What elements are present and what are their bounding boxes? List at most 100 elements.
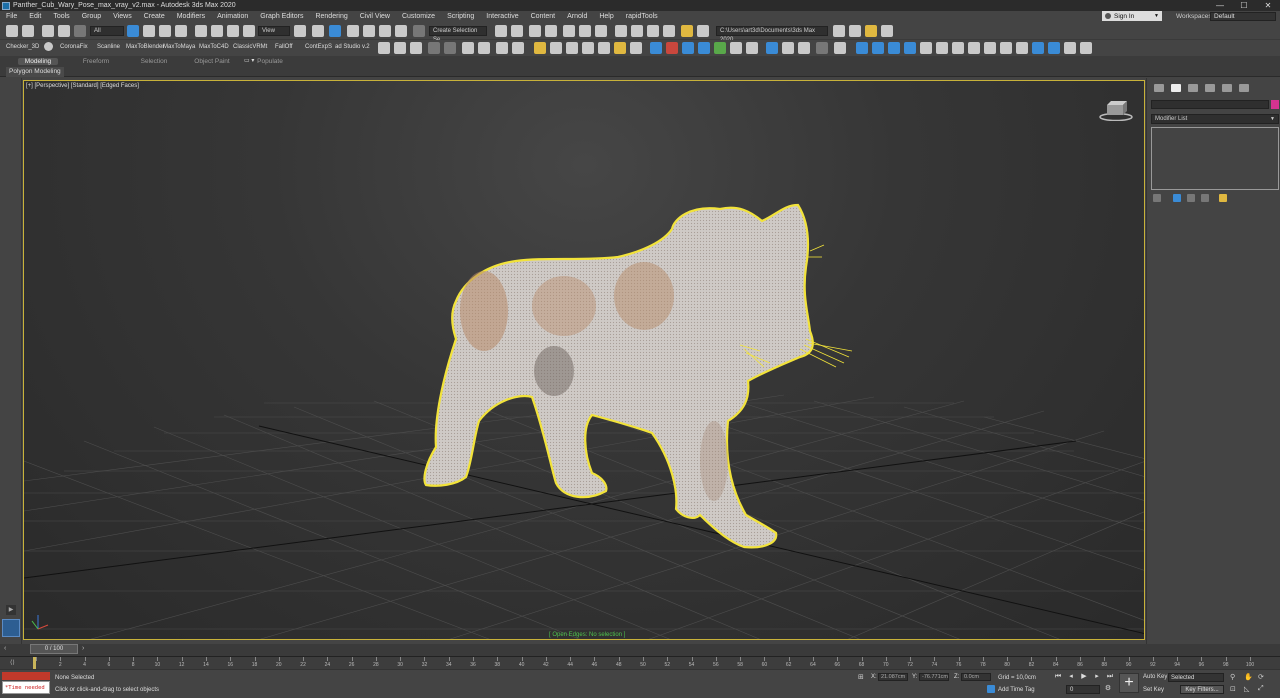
schematic-view-icon[interactable] — [595, 25, 607, 37]
show-end-result-icon[interactable] — [1173, 194, 1181, 202]
window-crossing-icon[interactable] — [175, 25, 187, 37]
ribbon-tab-freeform[interactable]: Freeform — [76, 58, 116, 65]
plugin-button-maxtoc4d[interactable]: MaxToC4D — [199, 44, 229, 50]
sun-light-icon[interactable] — [614, 42, 626, 54]
plugin-button-falloff[interactable]: FallOff — [275, 44, 293, 50]
make-unique-icon[interactable] — [1187, 194, 1195, 202]
cube-icon[interactable] — [746, 42, 758, 54]
scene-converter-icon[interactable] — [730, 42, 742, 54]
x-coord-field[interactable]: 21.087cm — [878, 673, 908, 681]
render-production-icon[interactable] — [663, 25, 675, 37]
grid-snap-icon[interactable] — [1064, 42, 1076, 54]
ribbon-tab-modeling[interactable]: Modeling — [18, 58, 58, 65]
disc-icon[interactable] — [582, 42, 594, 54]
dome-light-icon[interactable] — [550, 42, 562, 54]
bind-space-warp-icon[interactable] — [74, 25, 86, 37]
menu-modifiers[interactable]: Modifiers — [171, 11, 211, 22]
plugin-button-coronafix[interactable]: CoronaFix — [60, 44, 88, 50]
create-tab-icon[interactable] — [1154, 84, 1164, 92]
globe-icon[interactable] — [698, 42, 710, 54]
ball-icon[interactable] — [496, 42, 508, 54]
viewport-icon[interactable] — [1032, 42, 1044, 54]
utilities-tab-icon[interactable] — [1239, 84, 1249, 92]
teapot-render-icon[interactable] — [782, 42, 794, 54]
menu-customize[interactable]: Customize — [396, 11, 441, 22]
next-frame-icon[interactable]: › — [82, 645, 84, 652]
plugin-button-contexps[interactable]: ContExpS — [305, 44, 332, 50]
pin-stack-icon[interactable] — [1153, 194, 1161, 202]
material-editor-icon[interactable] — [615, 25, 627, 37]
configure-modifier-sets-icon[interactable] — [1219, 194, 1227, 202]
y-coord-field[interactable]: -76.771cm — [919, 673, 949, 681]
go-to-end-icon[interactable]: ⏭ — [1106, 673, 1114, 681]
modifier-list-dropdown[interactable]: Modifier List ▼ — [1151, 114, 1279, 124]
object-color-swatch[interactable] — [1271, 100, 1279, 109]
lock-icon[interactable]: ⊞ — [858, 673, 864, 681]
time-slider[interactable]: 0 / 100 — [30, 644, 78, 654]
named-selection-dropdown[interactable]: Create Selection Se — [429, 26, 487, 43]
ribbon-tab-object-paint[interactable]: Object Paint — [192, 58, 232, 65]
ribbon-options-icon[interactable]: ▭ ▾ — [244, 57, 254, 64]
ribbon-tab-selection[interactable]: Selection — [134, 58, 174, 65]
render-setup-icon[interactable] — [631, 25, 643, 37]
protractor-icon[interactable] — [968, 42, 980, 54]
tape-icon[interactable] — [952, 42, 964, 54]
scale-icon[interactable] — [227, 25, 239, 37]
maximize-button[interactable]: ☐ — [1232, 0, 1256, 11]
teapot-small-icon[interactable] — [1080, 42, 1092, 54]
menu-rendering[interactable]: Rendering — [309, 11, 353, 22]
menu-file[interactable]: File — [0, 11, 23, 22]
motion-tab-icon[interactable] — [1205, 84, 1215, 92]
viewport-label[interactable]: [+] [Perspective] [Standard] [Edged Face… — [26, 83, 139, 89]
sphere-icon[interactable] — [410, 42, 422, 54]
perspective-viewport[interactable]: [+] [Perspective] [Standard] [Edged Face… — [23, 80, 1145, 640]
modify-tab-icon[interactable] — [1171, 84, 1181, 92]
project-path-dropdown[interactable]: C:\Users\art3d\Documents\3ds Max 2020 — [716, 26, 828, 43]
pan-icon[interactable]: ✋ — [1244, 673, 1253, 681]
zoom-extents-icon[interactable]: ⊡ — [1230, 685, 1236, 693]
undo-icon[interactable] — [6, 25, 18, 37]
menu-help[interactable]: Help — [593, 11, 619, 22]
percent-snap-icon[interactable] — [379, 25, 391, 37]
modifier-stack[interactable] — [1151, 127, 1279, 190]
unlink-icon[interactable] — [58, 25, 70, 37]
menu-graph-editors[interactable]: Graph Editors — [254, 11, 309, 22]
time-tag-icon[interactable] — [987, 685, 995, 693]
set-key-button[interactable]: Set Key — [1143, 687, 1164, 693]
menu-rapidtools[interactable]: rapidTools — [620, 11, 664, 22]
displacement-icon[interactable] — [682, 42, 694, 54]
expand-arrow-icon[interactable]: ▶ — [6, 605, 16, 615]
menu-create[interactable]: Create — [138, 11, 171, 22]
curve-editor-icon[interactable] — [579, 25, 591, 37]
keyboard-shortcut-override-icon[interactable] — [329, 25, 341, 37]
plugin-button-maxtomaya[interactable]: MaxToMaya — [163, 44, 195, 50]
rendered-frame-window-icon[interactable] — [647, 25, 659, 37]
layout-icon[interactable] — [428, 42, 440, 54]
field-of-view-icon[interactable]: ◺ — [1244, 685, 1249, 693]
angle-snap-icon[interactable] — [363, 25, 375, 37]
project-folder-icon[interactable] — [833, 25, 845, 37]
maxscript-listener-bar[interactable] — [2, 672, 50, 680]
maxscript-mini-listener[interactable]: *Time needed — [2, 681, 50, 694]
plane-icon[interactable] — [714, 42, 726, 54]
character-icon[interactable] — [888, 42, 900, 54]
edit-named-selection-icon[interactable] — [413, 25, 425, 37]
select-manipulate-icon[interactable] — [312, 25, 324, 37]
box-icon[interactable] — [534, 42, 546, 54]
fur-icon[interactable] — [650, 42, 662, 54]
previous-frame-icon[interactable]: ◂ — [1067, 673, 1075, 681]
move-icon[interactable] — [195, 25, 207, 37]
track-bar[interactable]: ⟨⟩ 2 4 6 8 10 12 14 16 18 20 22 24 26 28 30 32 34 36 38 40 4… — [0, 656, 1280, 669]
mirror-icon[interactable] — [495, 25, 507, 37]
next-frame-button-icon[interactable]: ▸ — [1093, 673, 1101, 681]
menu-civil-view[interactable]: Civil View — [354, 11, 396, 22]
proxy-icon[interactable] — [666, 42, 678, 54]
frame-buffer-icon[interactable] — [798, 42, 810, 54]
plugin-button-checker-3d[interactable]: Checker_3D — [6, 44, 39, 50]
toggle-ribbon-icon[interactable] — [563, 25, 575, 37]
grid-panel-icon[interactable] — [444, 42, 456, 54]
key-filters-button[interactable]: Key Filters... — [1180, 685, 1224, 694]
add-time-tag-button[interactable]: Add Time Tag — [998, 687, 1035, 693]
spinner-snap-icon[interactable] — [395, 25, 407, 37]
menu-animation[interactable]: Animation — [211, 11, 254, 22]
